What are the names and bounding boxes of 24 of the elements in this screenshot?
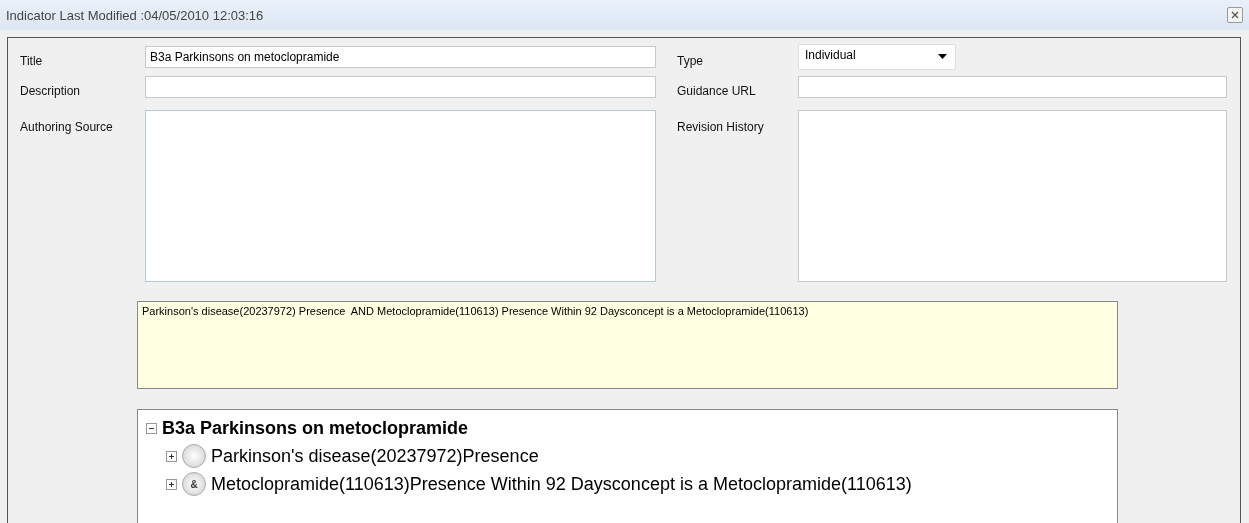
title-field[interactable]: B3a Parkinsons on metoclopramide [145, 46, 656, 68]
collapse-icon[interactable] [146, 422, 157, 434]
field-label: Type [676, 53, 704, 70]
expand-icon[interactable] [166, 478, 177, 490]
tree-item[interactable]: B3a Parkinsons on metoclopramide [162, 417, 469, 439]
field-label: Title [19, 53, 44, 70]
tree-item[interactable]: Metoclopramide(110613)Presence Within 92 Daysconcept is a Metoclopramide(110613) [211, 473, 912, 495]
node-icon: & [182, 472, 206, 496]
tree-item[interactable]: Parkinson's disease(20237972)Presence [211, 445, 539, 467]
authoring-source-field[interactable] [145, 110, 656, 282]
expression-text: Parkinson's disease(20237972) Presence AND Metoclopramide(110613) Presence Within 92 Daysconcept is a Metoclopramide(110613) [137, 301, 1118, 389]
revision-history-field[interactable] [798, 110, 1227, 282]
field-label: Guidance URL [676, 83, 757, 100]
close-button[interactable] [1227, 7, 1243, 23]
close-icon [1231, 11, 1239, 19]
expand-icon[interactable] [166, 450, 177, 462]
field-label: Description [19, 83, 82, 100]
field-label: Authoring Source [19, 119, 114, 136]
window-title: Indicator Last Modified :04/05/2010 12:03:16 [6, 7, 264, 23]
field-label: Revision History [676, 119, 765, 136]
description-field[interactable] [145, 76, 656, 98]
node-icon [182, 444, 206, 468]
type-dropdown[interactable]: Individual [798, 44, 956, 70]
guidance-url-field[interactable] [798, 76, 1227, 98]
